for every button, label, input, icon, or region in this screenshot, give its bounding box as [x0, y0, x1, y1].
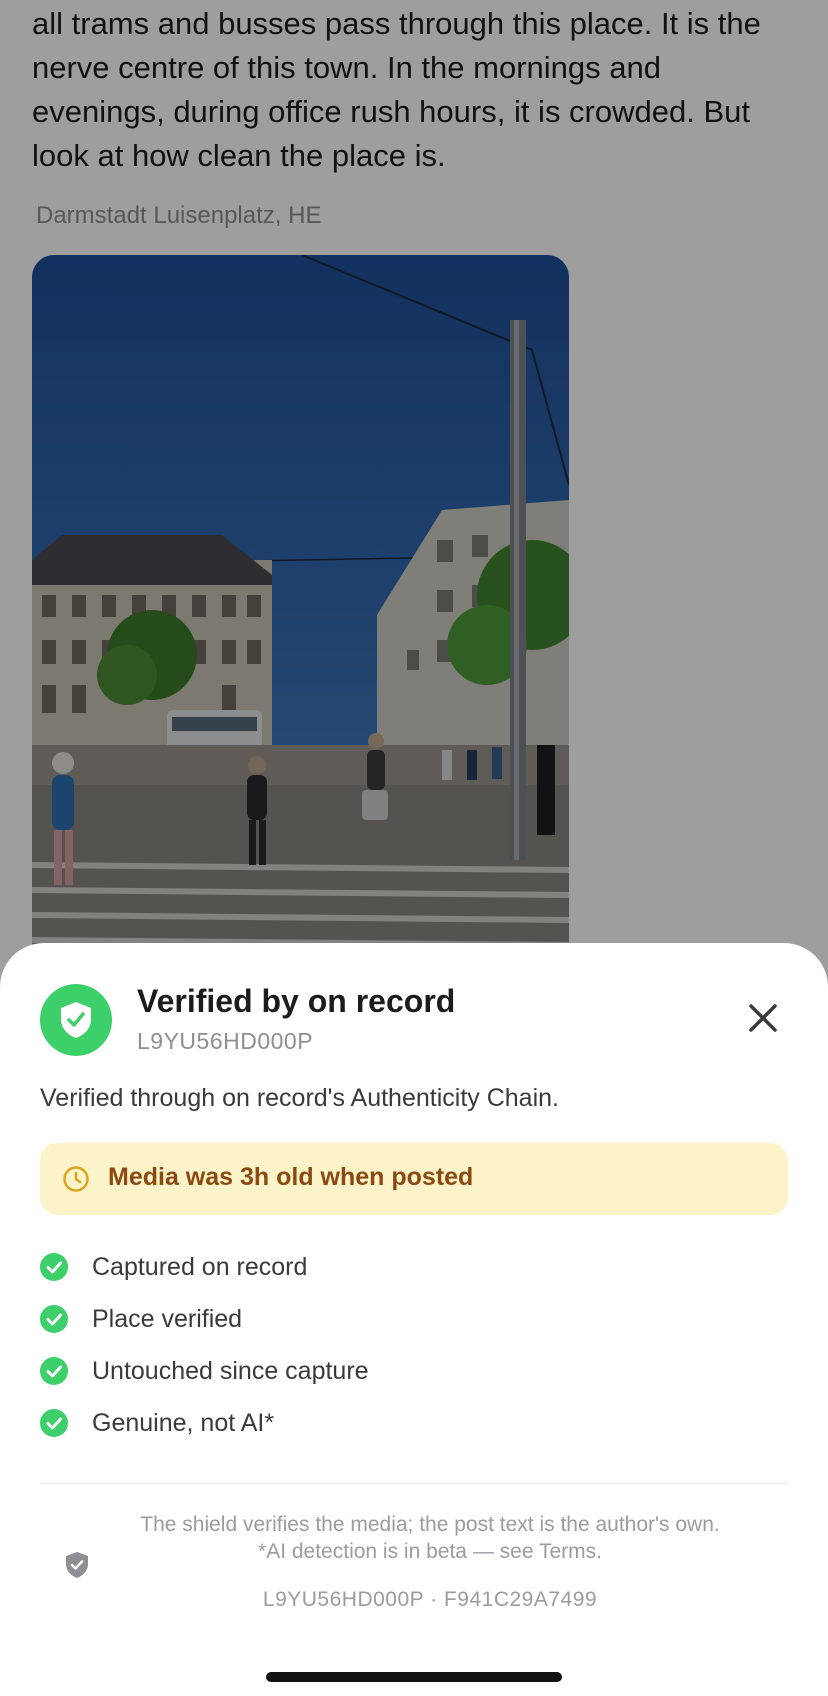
- media-age-text: Media was 3h old when posted: [108, 1163, 474, 1191]
- check-circle-icon: [40, 1253, 68, 1281]
- footer-note: The shield verifies the media; the post …: [96, 1511, 764, 1565]
- check-label: Genuine, not AI*: [92, 1408, 275, 1437]
- check-circle-icon: [40, 1357, 68, 1385]
- check-item-genuine: Genuine, not AI*: [40, 1397, 788, 1449]
- check-circle-icon: [40, 1409, 68, 1437]
- check-label: Captured on record: [92, 1252, 308, 1281]
- footer-line-1: The shield verifies the media; the post …: [140, 1513, 720, 1536]
- footer-ids: L9YU56HD000P · F941C29A7499: [262, 1588, 598, 1611]
- footer-line-2[interactable]: *AI detection is in beta — see Terms.: [96, 1538, 764, 1565]
- check-item-untouched: Untouched since capture: [40, 1345, 788, 1397]
- check-label: Place verified: [92, 1304, 243, 1333]
- clock-icon: [63, 1166, 89, 1192]
- divider: [40, 1483, 788, 1484]
- sheet-title: Verified by on record: [137, 983, 456, 1019]
- media-age-banner: Media was 3h old when posted: [40, 1143, 788, 1215]
- check-label: Untouched since capture: [92, 1356, 369, 1385]
- check-item-captured: Captured on record: [40, 1241, 788, 1293]
- verification-checklist: Captured on record Place verified Untouc…: [40, 1241, 788, 1449]
- verified-shield-icon: [40, 984, 112, 1056]
- close-icon: [749, 1004, 777, 1032]
- home-indicator[interactable]: [266, 1672, 562, 1682]
- verification-code: L9YU56HD000P: [137, 1028, 314, 1054]
- verification-sheet: Verified by on record L9YU56HD000P Verif…: [0, 943, 828, 1696]
- shield-icon: [66, 1552, 88, 1578]
- check-item-place: Place verified: [40, 1293, 788, 1345]
- sheet-description: Verified through on record's Authenticit…: [40, 1084, 559, 1112]
- check-circle-icon: [40, 1305, 68, 1333]
- close-button[interactable]: [740, 995, 786, 1041]
